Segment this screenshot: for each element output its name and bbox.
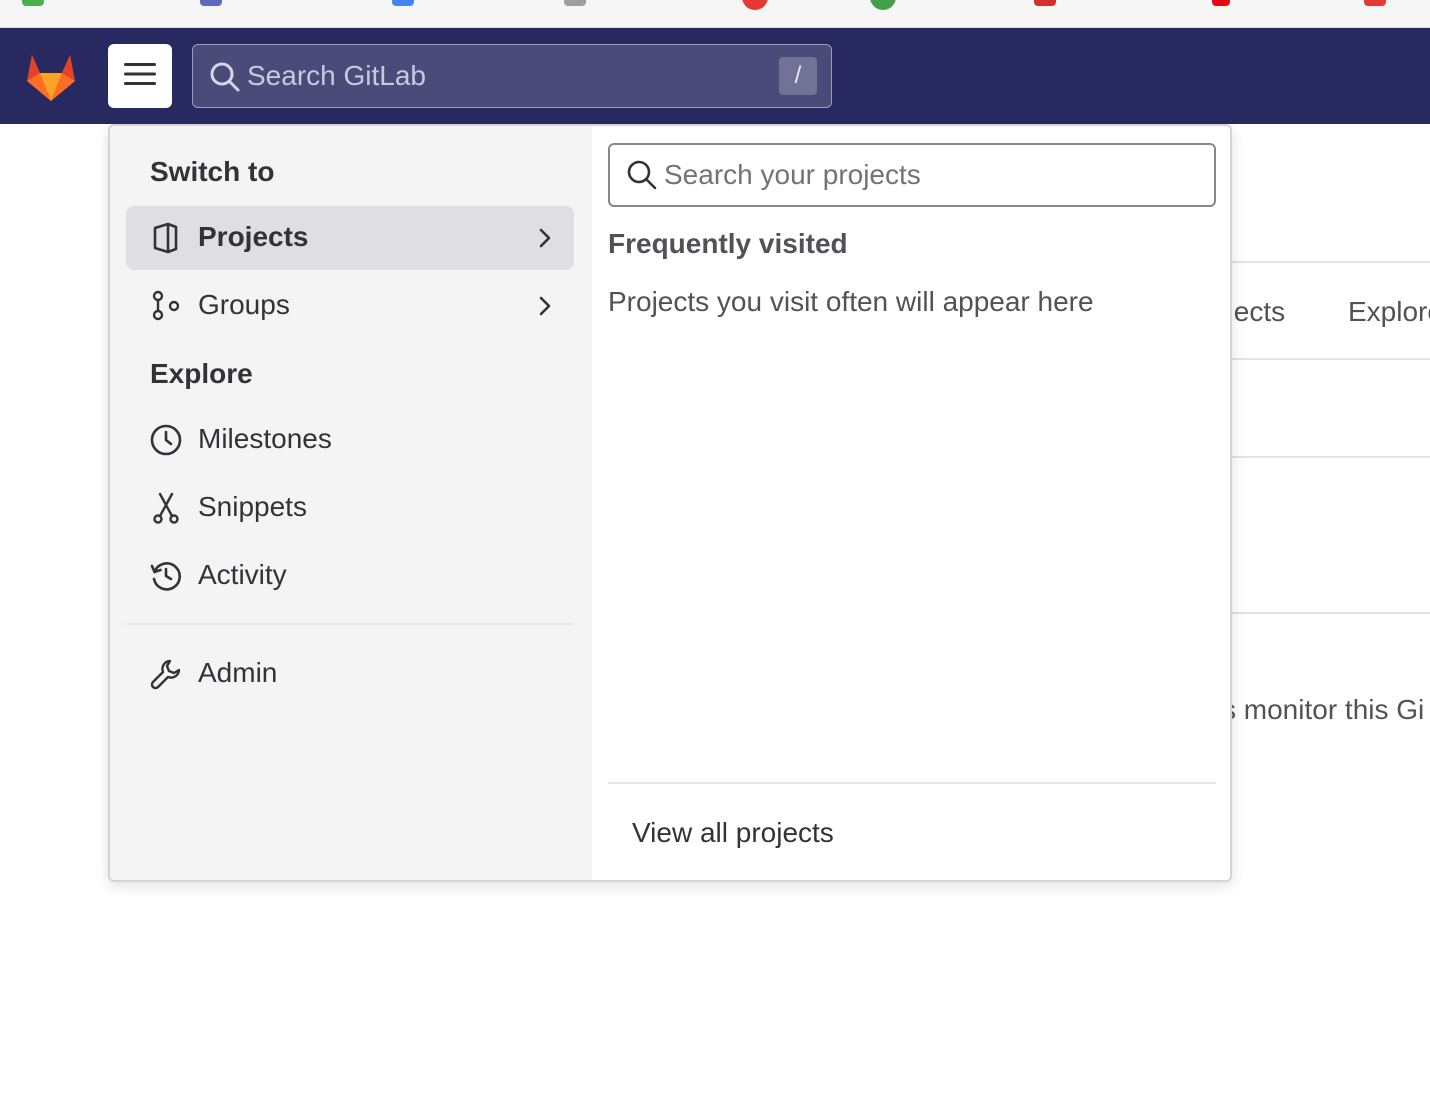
menu-item-label: Milestones: [198, 423, 332, 454]
global-search-box[interactable]: /: [192, 44, 832, 108]
project-search-box[interactable]: [608, 143, 1216, 207]
menu-item-label: Projects: [198, 221, 309, 252]
top-navigation-bar: /: [0, 28, 1430, 124]
clock-icon: [150, 424, 182, 456]
menu-item-label: Snippets: [198, 491, 307, 522]
menu-item-label: Groups: [198, 289, 290, 320]
menu-item-label: Activity: [198, 559, 287, 590]
bookmark-icon: [1364, 0, 1386, 6]
bookmark-icon: [200, 0, 222, 6]
menu-item-activity[interactable]: Activity: [126, 544, 574, 608]
menu-item-groups[interactable]: Groups: [126, 274, 574, 338]
browser-bookmarks-bar: [0, 0, 1430, 28]
project-search-input[interactable]: [664, 153, 1194, 197]
bookmark-icon: [22, 0, 44, 6]
frequently-visited-heading: Frequently visited: [608, 228, 848, 259]
background-divider: [1232, 456, 1430, 458]
menu-item-label: Admin: [198, 657, 278, 688]
panel-divider: [608, 782, 1216, 784]
background-text: s monitor this Gi: [1222, 694, 1425, 725]
bookmark-icon: [1034, 0, 1056, 6]
main-menu-dropdown: Switch to Projects Groups Explore Milest…: [108, 124, 1232, 882]
background-divider: [1232, 261, 1430, 263]
snippet-scissors-icon: [150, 492, 182, 524]
search-icon: [626, 159, 658, 196]
menu-item-admin[interactable]: Admin: [126, 642, 574, 706]
bookmark-icon: [392, 0, 414, 6]
menu-item-projects[interactable]: Projects: [126, 206, 574, 270]
switch-to-heading: Switch to: [150, 156, 275, 187]
background-divider: [1232, 612, 1430, 614]
bookmark-icon: [742, 0, 768, 10]
project-icon: [150, 222, 182, 254]
menu-item-milestones[interactable]: Milestones: [126, 408, 574, 472]
main-menu-button[interactable]: [108, 44, 172, 108]
search-icon: [209, 61, 241, 98]
background-tab-explore[interactable]: Explore: [1348, 296, 1430, 328]
chevron-right-icon: [538, 226, 552, 255]
bookmark-icon: [564, 0, 586, 6]
bookmark-icon: [870, 0, 896, 10]
search-shortcut-hint: /: [779, 57, 817, 95]
menu-right-pane: Frequently visited Projects you visit of…: [592, 126, 1230, 880]
hamburger-menu-icon: [123, 62, 157, 91]
netflix-icon: [1212, 0, 1230, 6]
frequently-visited-empty-message: Projects you visit often will appear her…: [608, 286, 1094, 317]
wrench-icon: [150, 658, 182, 690]
global-search-input[interactable]: [247, 53, 747, 99]
gitlab-tanuki-icon[interactable]: [24, 51, 78, 103]
group-icon: [150, 290, 182, 322]
history-icon: [150, 560, 182, 592]
background-divider: [1232, 358, 1430, 360]
menu-left-pane: Switch to Projects Groups Explore Milest…: [110, 126, 592, 880]
menu-divider: [126, 623, 574, 625]
menu-item-snippets[interactable]: Snippets: [126, 476, 574, 540]
chevron-right-icon: [538, 294, 552, 323]
explore-heading: Explore: [150, 358, 253, 389]
view-all-projects-link[interactable]: View all projects: [632, 817, 834, 849]
